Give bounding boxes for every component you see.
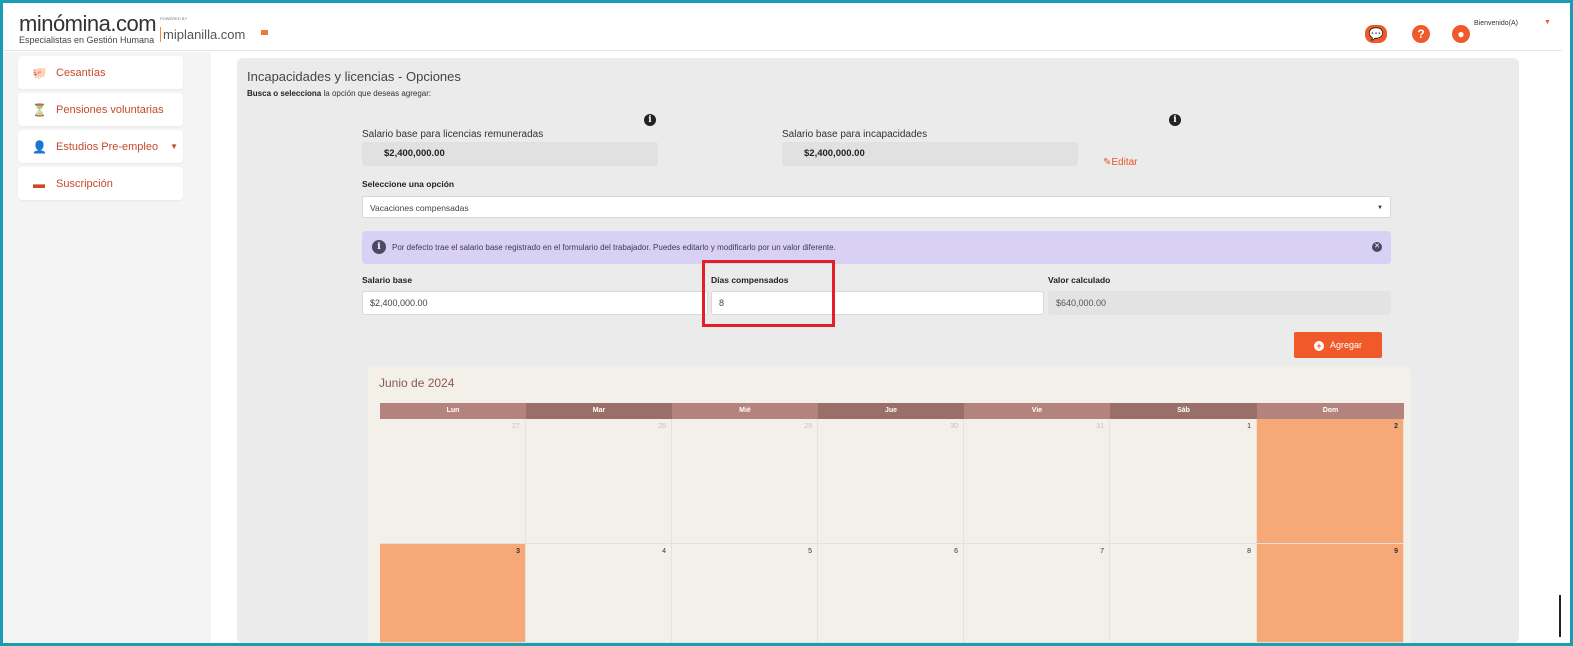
calendar-day[interactable]: 6: [818, 544, 964, 643]
salary-licenses-label: Salario base para licencias remuneradas: [362, 129, 544, 140]
powered-by-label: POWERED BY: [160, 16, 188, 21]
card-icon: ▬: [33, 176, 45, 191]
partner-logo: miplanilla.com: [160, 27, 245, 42]
chat-icon[interactable]: 💬: [1365, 25, 1387, 43]
calendar-title: Junio de 2024: [379, 376, 455, 390]
sidebar-item-cesantias[interactable]: 🐖 Cesantías: [18, 56, 183, 89]
add-button-label: Agregar: [1329, 340, 1363, 350]
logo[interactable]: minómina.com Especialistas en Gestión Hu…: [19, 11, 157, 46]
user-plus-icon: 👤: [32, 139, 47, 154]
day-header: Mié: [672, 403, 818, 419]
page-subtitle: Busca o selecciona la opción que deseas …: [247, 89, 431, 98]
edit-link[interactable]: ✎Editar: [1103, 157, 1138, 168]
day-header: Sáb: [1110, 403, 1257, 419]
calendar-day-holiday[interactable]: 2: [1257, 419, 1404, 544]
calendar-day-holiday[interactable]: 3: [380, 544, 526, 643]
base-salary-label: Salario base: [362, 275, 413, 285]
sidebar-item-label: Pensiones voluntarias: [56, 103, 164, 116]
info-icon[interactable]: i: [644, 114, 656, 126]
subtitle-bold: Busca o selecciona: [247, 89, 322, 98]
highlight-box: [702, 260, 835, 327]
salary-licenses-value: $2,400,000.00: [362, 142, 658, 166]
day-header: Mar: [526, 403, 672, 419]
scrollbar[interactable]: [1559, 595, 1561, 637]
welcome-text[interactable]: Bienvenido(A): [1474, 20, 1518, 27]
calendar-day[interactable]: 29: [672, 419, 818, 544]
add-button[interactable]: + Agregar: [1294, 332, 1382, 358]
calendar-day[interactable]: 28: [526, 419, 672, 544]
user-avatar-icon[interactable]: ●: [1452, 25, 1470, 43]
base-salary-input[interactable]: $2,400,000.00: [362, 291, 708, 315]
plus-icon: +: [1313, 341, 1324, 351]
sidebar-item-suscripcion[interactable]: ▬ Suscripción: [18, 167, 183, 200]
calendar-day-holiday[interactable]: 9: [1257, 544, 1404, 643]
info-alert: i Por defecto trae el salario base regis…: [362, 231, 1391, 264]
calendar-day[interactable]: 7: [964, 544, 1110, 643]
calendar-grid: 27 28 29 30 31 1 2 3 4 5 6 7 8 9: [380, 419, 1404, 643]
calc-label: Valor calculado: [1048, 275, 1111, 285]
sidebar-item-label: Suscripción: [56, 177, 113, 190]
logo-tagline: Especialistas en Gestión Humana: [19, 35, 155, 45]
day-header: Lun: [380, 403, 526, 419]
user-menu-caret-icon[interactable]: ▼: [1544, 19, 1551, 26]
option-select[interactable]: Vacaciones compensadas ▼: [362, 196, 1391, 218]
sidebar-item-label: Estudios Pre-empleo: [56, 140, 159, 153]
subtitle-rest: la opción que deseas agregar:: [321, 89, 432, 98]
select-label: Seleccione una opción: [362, 179, 455, 189]
day-header: Dom: [1257, 403, 1404, 419]
salary-incap-label: Salario base para incapacidades: [782, 129, 928, 140]
calendar-day[interactable]: 8: [1110, 544, 1257, 643]
select-value: Vacaciones compensadas: [370, 203, 469, 213]
sidebar-item-label: Cesantías: [56, 66, 106, 79]
calendar-day[interactable]: 30: [818, 419, 964, 544]
main-panel: Incapacidades y licencias - Opciones Bus…: [237, 58, 1519, 643]
piggy-bank-icon: 🐖: [32, 65, 47, 80]
info-icon[interactable]: i: [1169, 114, 1181, 126]
close-icon[interactable]: ✕: [1372, 242, 1382, 252]
sidebar-item-pensiones[interactable]: ⏳ Pensiones voluntarias: [18, 93, 183, 126]
day-header: Jue: [818, 403, 964, 419]
alert-text: Por defecto trae el salario base registr…: [392, 243, 836, 252]
calendar-day[interactable]: 31: [964, 419, 1110, 544]
calendar-header: Lun Mar Mié Jue Vie Sáb Dom: [380, 403, 1404, 419]
logo-main: minómina.com: [19, 11, 157, 36]
page-title: Incapacidades y licencias - Opciones: [247, 69, 461, 84]
chevron-down-icon: ▼: [1377, 205, 1383, 211]
flag-icon[interactable]: [261, 30, 268, 35]
calendar-day[interactable]: 1: [1110, 419, 1257, 544]
calendar: Junio de 2024 Lun Mar Mié Jue Vie Sáb Do…: [368, 366, 1411, 643]
info-icon: i: [372, 240, 386, 254]
top-header: minómina.com Especialistas en Gestión Hu…: [3, 3, 1562, 51]
chevron-down-icon: ▼: [170, 142, 179, 151]
day-header: Vie: [964, 403, 1110, 419]
calendar-day[interactable]: 27: [380, 419, 526, 544]
hourglass-icon: ⏳: [32, 102, 47, 117]
salary-incap-value: $2,400,000.00: [782, 142, 1078, 166]
help-icon[interactable]: ?: [1412, 25, 1430, 43]
edit-label: Editar: [1111, 157, 1138, 168]
sidebar-item-estudios[interactable]: 👤 Estudios Pre-empleo ▼: [18, 130, 183, 163]
sidebar: 🐖 Cesantías ⏳ Pensiones voluntarias 👤 Es…: [3, 52, 211, 643]
calendar-day[interactable]: 4: [526, 544, 672, 643]
calendar-day[interactable]: 5: [672, 544, 818, 643]
calc-value-input: $640,000.00: [1048, 291, 1391, 315]
